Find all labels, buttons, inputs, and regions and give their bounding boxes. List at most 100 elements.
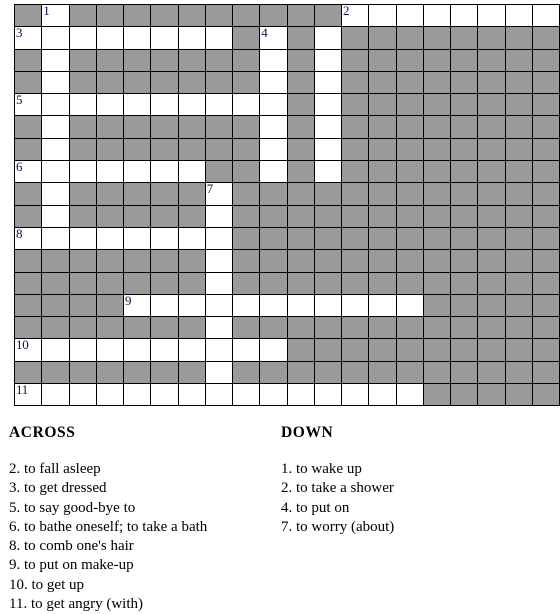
grid-cell-open[interactable]	[340, 293, 370, 318]
grid-cell-open[interactable]: 4	[259, 26, 288, 50]
grid-cell-open[interactable]: 10	[13, 338, 43, 362]
grid-cell-open[interactable]	[95, 338, 125, 362]
grid-cell-open[interactable]	[41, 226, 70, 251]
grid-cell-open[interactable]	[177, 383, 206, 407]
grid-cell-open[interactable]	[259, 338, 288, 362]
grid-cell-open[interactable]	[41, 383, 70, 407]
grid-cell-open[interactable]	[504, 3, 533, 28]
grid-cell-open[interactable]	[204, 93, 234, 117]
grid-cell-open[interactable]	[204, 249, 234, 273]
grid-cell-open[interactable]	[150, 26, 179, 50]
grid-cell-open[interactable]	[68, 160, 97, 184]
grid-cell-open[interactable]	[122, 226, 152, 251]
grid-cell-open[interactable]: 1	[41, 3, 70, 28]
grid-cell-open[interactable]	[41, 160, 70, 184]
grid-cell-open[interactable]	[313, 26, 343, 50]
grid-cell-open[interactable]	[231, 338, 261, 362]
grid-cell-open[interactable]	[68, 93, 97, 117]
crossword-grid[interactable]: 1 2 3 4 5 6 7 8 9 10 11	[13, 3, 560, 407]
grid-cell-open[interactable]	[122, 26, 152, 50]
grid-cell-open[interactable]	[122, 160, 152, 184]
grid-cell-open[interactable]	[177, 226, 206, 251]
grid-cell-open[interactable]	[313, 115, 343, 139]
grid-cell-open[interactable]	[313, 160, 343, 184]
grid-cell-open[interactable]	[259, 115, 288, 139]
grid-cell-open[interactable]	[41, 182, 70, 206]
grid-cell-open[interactable]	[313, 48, 343, 72]
grid-cell-open[interactable]	[68, 383, 97, 407]
grid-cell-open[interactable]	[41, 338, 70, 362]
grid-cell-open[interactable]	[422, 3, 452, 28]
grid-cell-open[interactable]	[368, 3, 397, 28]
grid-cell-open[interactable]	[204, 204, 234, 228]
grid-cell-open[interactable]	[177, 293, 206, 318]
grid-cell-open[interactable]	[313, 93, 343, 117]
grid-cell-open[interactable]	[395, 3, 424, 28]
grid-cell-open[interactable]	[313, 70, 343, 95]
grid-cell-open[interactable]	[177, 338, 206, 362]
grid-cell-open[interactable]: 3	[13, 26, 43, 50]
grid-cell-open[interactable]: 8	[13, 226, 43, 251]
grid-cell-open[interactable]: 7	[204, 182, 234, 206]
grid-cell-open[interactable]	[395, 383, 424, 407]
grid-cell-open[interactable]	[395, 293, 424, 318]
grid-cell-open[interactable]	[259, 93, 288, 117]
grid-cell-open[interactable]	[150, 160, 179, 184]
grid-cell-open[interactable]	[259, 383, 288, 407]
grid-cell-open[interactable]	[259, 160, 288, 184]
grid-cell-open[interactable]	[41, 48, 70, 72]
grid-cell-open[interactable]	[95, 26, 125, 50]
grid-cell-open[interactable]	[259, 48, 288, 72]
grid-cell-open[interactable]	[286, 293, 315, 318]
grid-cell-open[interactable]: 6	[13, 160, 43, 184]
grid-cell-open[interactable]: 11	[13, 383, 43, 407]
grid-cell-open[interactable]	[177, 160, 206, 184]
grid-cell-open[interactable]	[68, 26, 97, 50]
grid-cell-open[interactable]	[41, 93, 70, 117]
grid-cell-open[interactable]	[150, 383, 179, 407]
grid-cell-open[interactable]: 5	[13, 93, 43, 117]
grid-cell-open[interactable]	[68, 226, 97, 251]
grid-cell-open[interactable]	[150, 338, 179, 362]
grid-cell-open[interactable]	[177, 93, 206, 117]
grid-cell-open[interactable]	[41, 204, 70, 228]
grid-cell-open[interactable]	[41, 70, 70, 95]
grid-cell-open[interactable]	[122, 383, 152, 407]
grid-cell-open[interactable]	[231, 93, 261, 117]
grid-cell-open[interactable]	[231, 383, 261, 407]
grid-cell-open[interactable]	[177, 26, 206, 50]
grid-cell-open[interactable]	[150, 293, 179, 318]
grid-cell-open[interactable]	[68, 338, 97, 362]
grid-cell-open[interactable]	[531, 3, 560, 28]
grid-cell-open[interactable]	[204, 360, 234, 385]
grid-cell-open[interactable]	[340, 383, 370, 407]
grid-cell-open[interactable]	[204, 316, 234, 340]
grid-cell-open[interactable]	[41, 137, 70, 162]
grid-cell-open[interactable]	[368, 383, 397, 407]
grid-cell-open[interactable]	[204, 338, 234, 362]
grid-cell-open[interactable]	[286, 383, 315, 407]
grid-cell-open[interactable]	[41, 115, 70, 139]
grid-cell-open[interactable]	[204, 226, 234, 251]
grid-cell-open[interactable]	[477, 3, 506, 28]
grid-cell-open[interactable]	[259, 293, 288, 318]
grid-cell-open[interactable]	[231, 293, 261, 318]
grid-cell-open[interactable]	[259, 70, 288, 95]
grid-cell-open[interactable]	[41, 26, 70, 50]
grid-cell-open[interactable]	[449, 3, 479, 28]
grid-cell-open[interactable]	[150, 226, 179, 251]
grid-cell-open[interactable]	[368, 293, 397, 318]
grid-cell-open[interactable]: 2	[340, 3, 370, 28]
grid-cell-open[interactable]	[204, 271, 234, 295]
grid-cell-open[interactable]	[95, 160, 125, 184]
grid-cell-open[interactable]	[313, 383, 343, 407]
grid-cell-open[interactable]	[95, 226, 125, 251]
grid-cell-open[interactable]	[95, 93, 125, 117]
grid-cell-open[interactable]	[313, 293, 343, 318]
grid-cell-open[interactable]	[204, 26, 234, 50]
grid-cell-open[interactable]: 9	[122, 293, 152, 318]
grid-cell-open[interactable]	[150, 93, 179, 117]
grid-cell-open[interactable]	[204, 293, 234, 318]
grid-cell-open[interactable]	[313, 137, 343, 162]
grid-cell-open[interactable]	[204, 383, 234, 407]
